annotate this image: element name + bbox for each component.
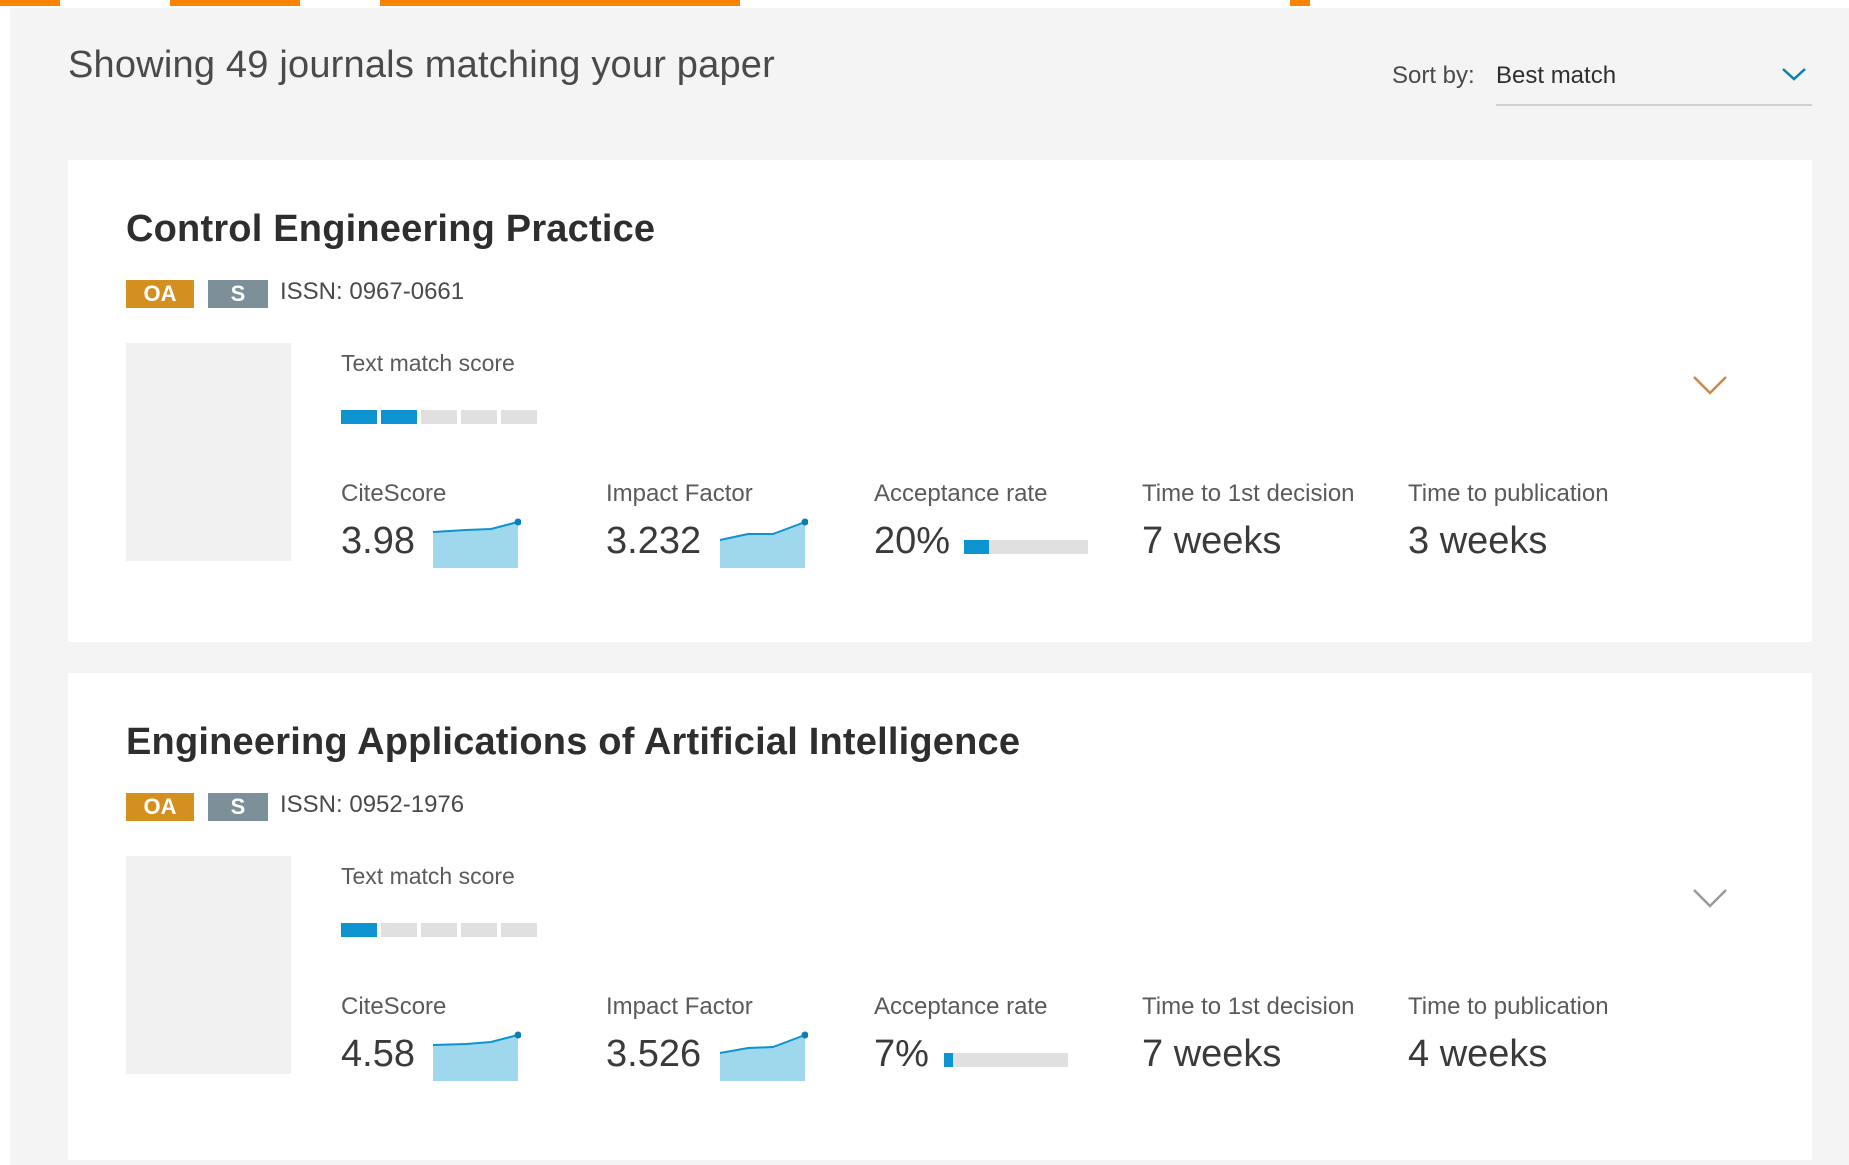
journal-cover-image <box>126 343 291 561</box>
citescore-value: 4.58 <box>341 1033 415 1075</box>
accent-dash <box>380 0 740 6</box>
time-to-first-decision-value: 7 weeks <box>1142 520 1282 562</box>
text-match-score-bar <box>341 410 541 424</box>
chevron-down-icon[interactable] <box>1690 885 1730 911</box>
journal-card[interactable]: Control Engineering Practice OA S ISSN: … <box>68 160 1812 642</box>
time-to-first-decision-label: Time to 1st decision <box>1142 480 1355 507</box>
accent-dash <box>0 0 60 6</box>
accent-dash <box>170 0 300 6</box>
impact-factor-trend-sparkline <box>719 1031 808 1081</box>
acceptance-rate-label: Acceptance rate <box>874 993 1048 1020</box>
accent-dash <box>1290 0 1310 6</box>
sort-select[interactable]: Best match <box>1496 56 1812 106</box>
top-accent-strip <box>0 0 1849 8</box>
impact-factor-label: Impact Factor <box>606 480 753 507</box>
journal-issn: ISSN: 0967-0661 <box>280 278 465 305</box>
text-match-label: Text match score <box>341 863 515 889</box>
citescore-trend-sparkline <box>432 1031 521 1081</box>
text-match-segment <box>341 410 377 424</box>
text-match-label: Text match score <box>341 350 515 376</box>
journal-title[interactable]: Control Engineering Practice <box>126 208 655 251</box>
acceptance-rate-bar <box>964 540 1088 554</box>
time-to-publication-value: 3 weeks <box>1408 520 1548 562</box>
journal-issn: ISSN: 0952-1976 <box>280 791 465 818</box>
time-to-first-decision-value: 7 weeks <box>1142 1033 1282 1075</box>
impact-factor-trend-sparkline <box>719 518 808 568</box>
acceptance-rate-bar-fill <box>944 1053 953 1067</box>
time-to-publication-label: Time to publication <box>1408 480 1609 507</box>
acceptance-rate-bar <box>944 1053 1068 1067</box>
open-access-badge: OA <box>126 280 194 308</box>
acceptance-rate-label: Acceptance rate <box>874 480 1048 507</box>
text-match-segment <box>421 923 457 937</box>
acceptance-rate-value: 20% <box>874 520 951 562</box>
journal-card[interactable]: Engineering Applications of Artificial I… <box>68 673 1812 1160</box>
acceptance-rate-value: 7% <box>874 1033 929 1075</box>
text-match-segment <box>461 410 497 424</box>
text-match-segment <box>341 923 377 937</box>
results-count-title: Showing 49 journals matching your paper <box>68 44 775 86</box>
sort-label: Sort by: <box>1392 62 1475 89</box>
impact-factor-value: 3.526 <box>606 1033 702 1075</box>
results-panel: Showing 49 journals matching your paper … <box>10 8 1849 1165</box>
subscription-badge: S <box>208 793 268 821</box>
impact-factor-label: Impact Factor <box>606 993 753 1020</box>
chevron-down-icon <box>1782 68 1806 81</box>
journal-cover-image <box>126 856 291 1074</box>
text-match-segment <box>421 410 457 424</box>
time-to-publication-label: Time to publication <box>1408 993 1609 1020</box>
chevron-down-icon[interactable] <box>1690 372 1730 398</box>
time-to-publication-value: 4 weeks <box>1408 1033 1548 1075</box>
citescore-label: CiteScore <box>341 480 447 507</box>
acceptance-rate-bar-fill <box>964 540 989 554</box>
text-match-segment <box>501 410 537 424</box>
citescore-trend-sparkline <box>432 518 521 568</box>
citescore-value: 3.98 <box>341 520 415 562</box>
time-to-first-decision-label: Time to 1st decision <box>1142 993 1355 1020</box>
text-match-segment <box>501 923 537 937</box>
subscription-badge: S <box>208 280 268 308</box>
text-match-segment <box>461 923 497 937</box>
text-match-score-bar <box>341 923 541 937</box>
text-match-segment <box>381 410 417 424</box>
citescore-label: CiteScore <box>341 993 447 1020</box>
journal-title[interactable]: Engineering Applications of Artificial I… <box>126 721 1020 764</box>
text-match-segment <box>381 923 417 937</box>
sort-selected-value: Best match <box>1496 62 1617 89</box>
impact-factor-value: 3.232 <box>606 520 702 562</box>
open-access-badge: OA <box>126 793 194 821</box>
